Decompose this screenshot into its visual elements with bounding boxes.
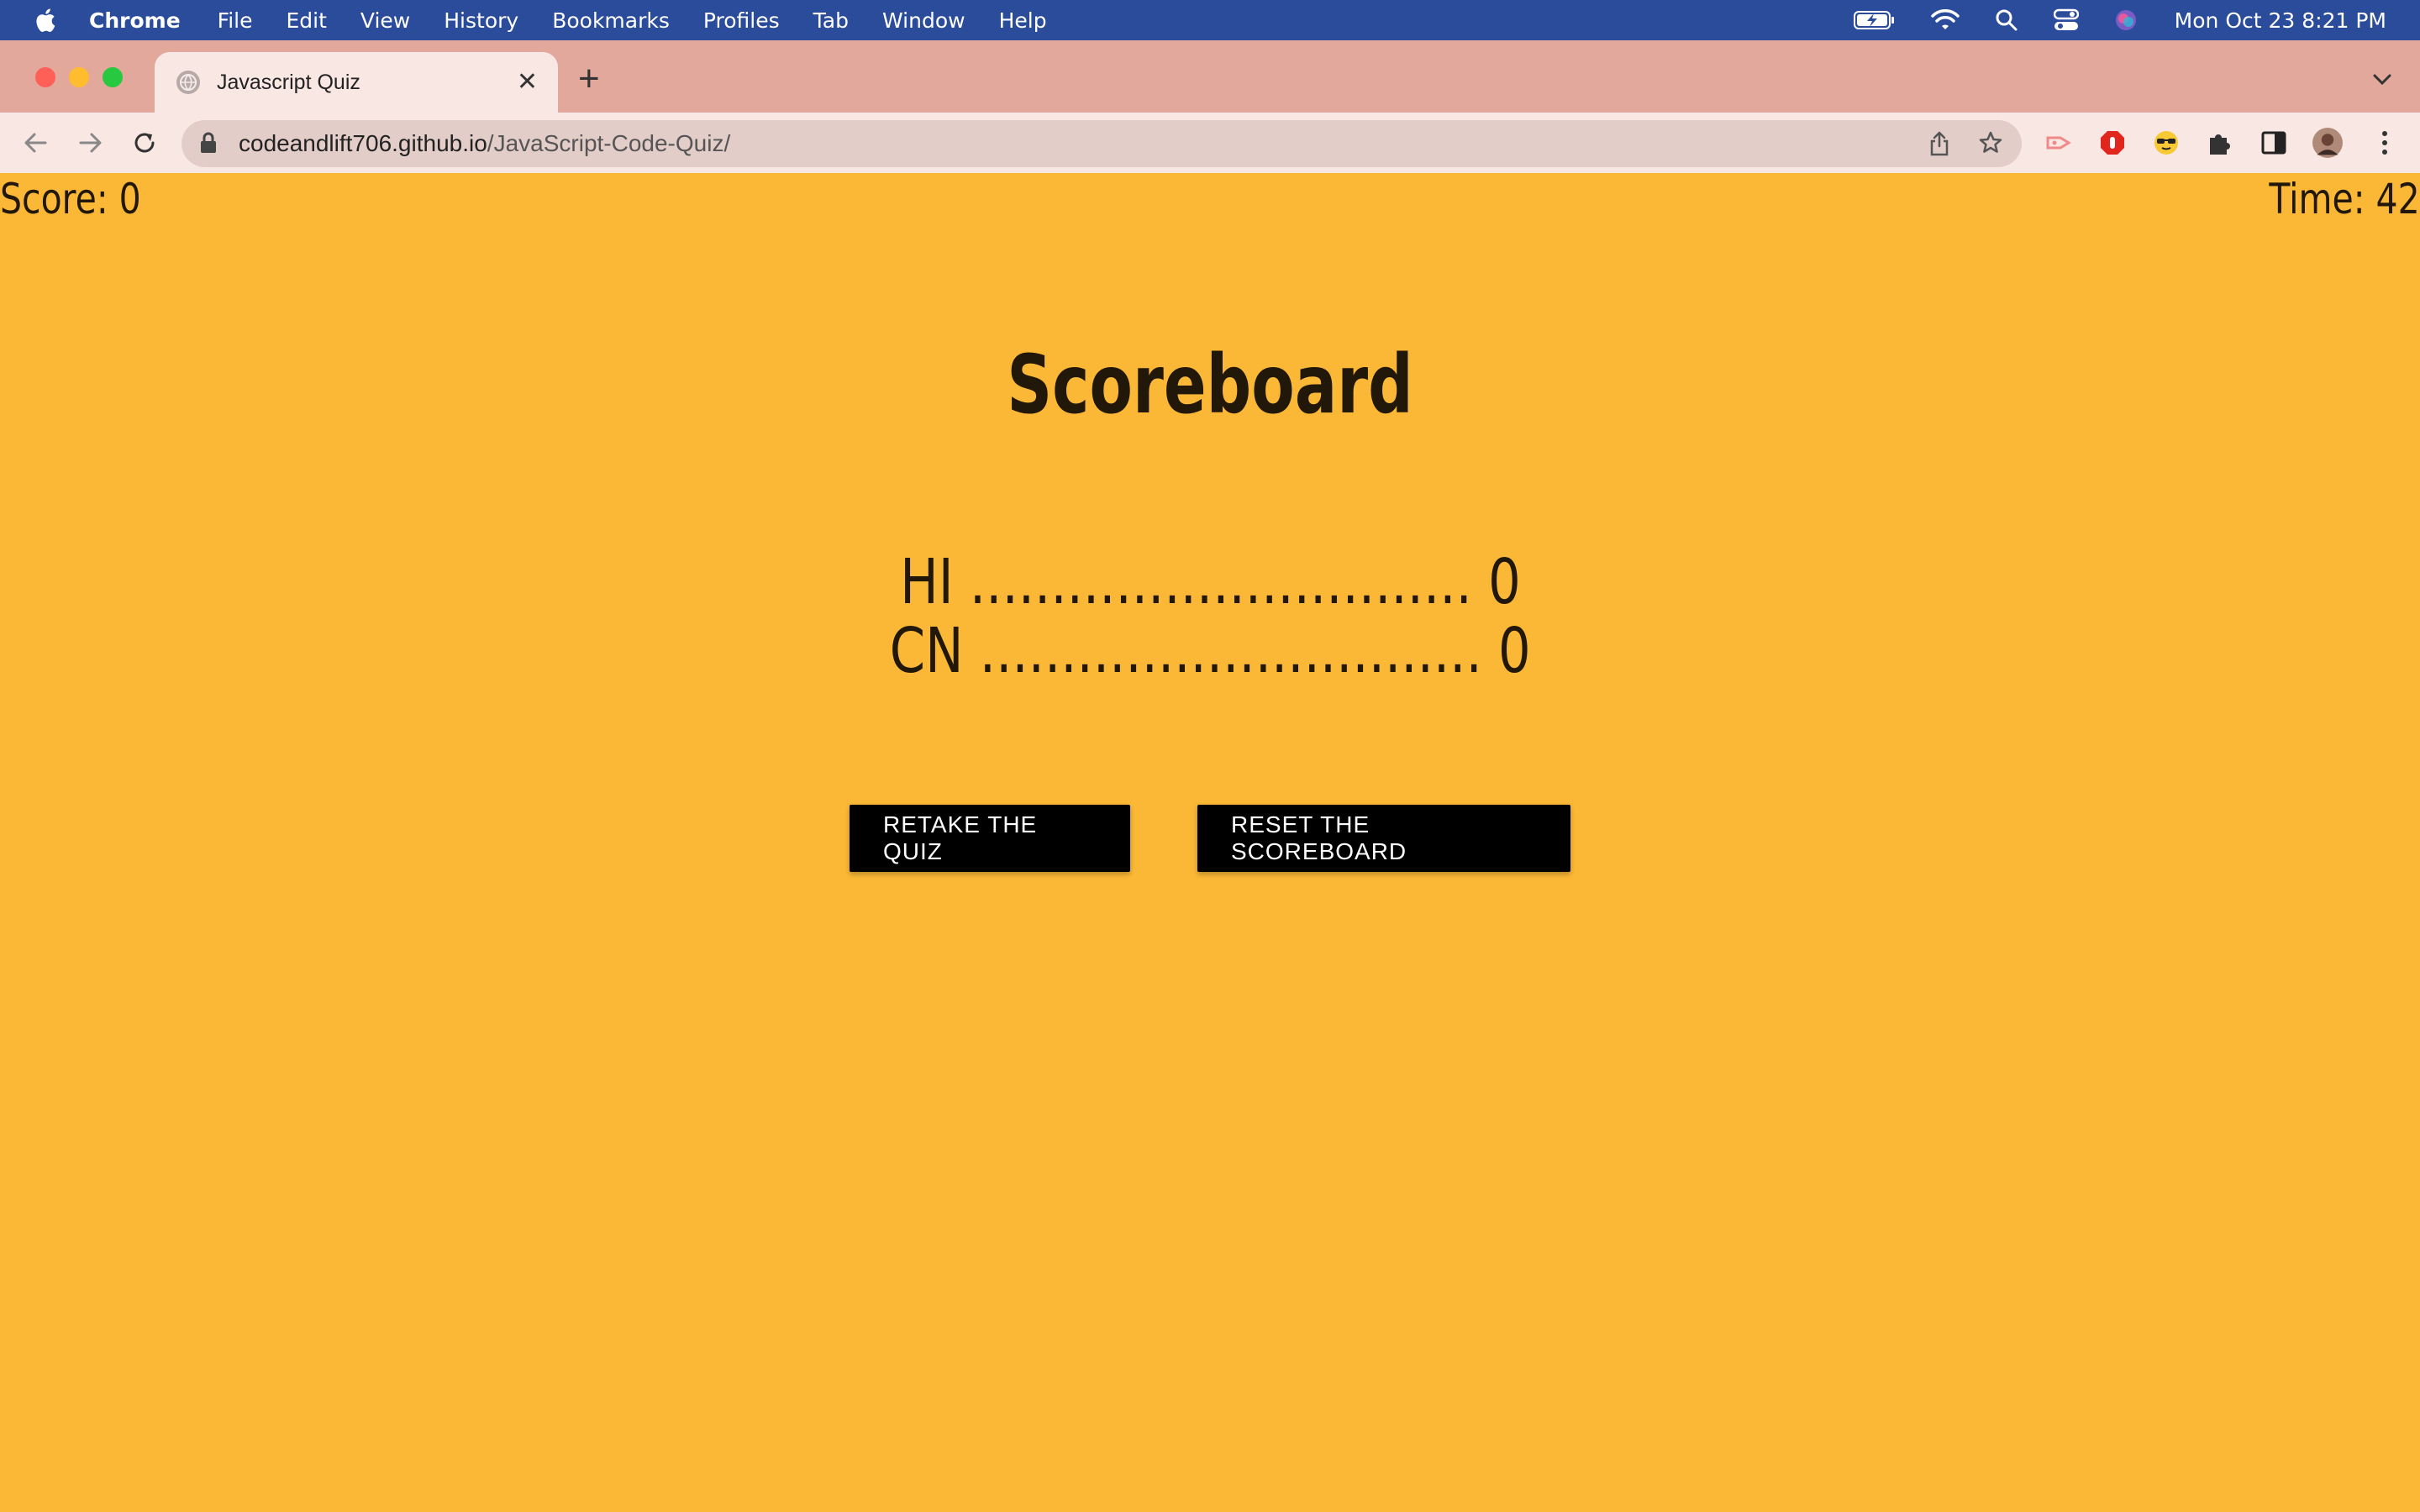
scoreboard-heading: Scoreboard: [0, 338, 2420, 432]
tab-title: Javascript Quiz: [217, 70, 360, 94]
scoreboard-entry: HI ............................... 0: [0, 548, 2420, 617]
url-host: codeandlift706.github.io: [239, 130, 487, 156]
scoreboard-entry: CN ............................... 0: [0, 617, 2420, 685]
retake-quiz-button[interactable]: RETAKE THE QUIZ: [850, 805, 1130, 872]
share-icon[interactable]: [1929, 131, 1949, 160]
profile-avatar[interactable]: [2312, 128, 2343, 158]
score-display: Score: 0: [0, 175, 141, 223]
browser-toolbar: codeandlift706.github.io/JavaScript-Code…: [0, 113, 2420, 173]
menu-history[interactable]: History: [444, 8, 518, 33]
menu-edit[interactable]: Edit: [287, 8, 327, 33]
tab-search-chevron-down-icon[interactable]: [2373, 74, 2391, 90]
quiz-page: Score: 0 Time: 42 Scoreboard HI ........…: [0, 173, 2420, 1512]
entry-score: 0: [1497, 615, 1531, 687]
entry-dots: ...............................: [969, 546, 1472, 618]
menu-profiles[interactable]: Profiles: [703, 8, 780, 33]
control-center-icon[interactable]: [2053, 8, 2079, 32]
scoreboard-list: HI ............................... 0 CN …: [0, 548, 2420, 685]
menubar-clock[interactable]: Mon Oct 23 8:21 PM: [2175, 8, 2386, 33]
entry-dots: ...............................: [979, 615, 1482, 687]
window-minimize-button[interactable]: [69, 67, 89, 87]
reload-icon[interactable]: [129, 128, 160, 158]
menu-file[interactable]: File: [218, 8, 253, 33]
menu-bookmarks[interactable]: Bookmarks: [552, 8, 670, 33]
window-zoom-button[interactable]: [103, 67, 123, 87]
entry-initials: HI: [899, 546, 954, 618]
globe-icon: [176, 71, 200, 94]
forward-arrow-icon[interactable]: [76, 128, 106, 158]
extension-video-icon[interactable]: [2044, 128, 2074, 158]
scoreboard-heading-text: Scoreboard: [1007, 338, 1413, 432]
window-close-button[interactable]: [35, 67, 55, 87]
lock-icon[interactable]: [200, 132, 217, 158]
reset-scoreboard-button[interactable]: RESET THE SCOREBOARD: [1197, 805, 1570, 872]
entry-initials: CN: [889, 615, 964, 687]
browser-tab-active[interactable]: Javascript Quiz ✕: [155, 52, 558, 113]
more-menu-kebab-icon[interactable]: [2370, 128, 2400, 158]
bookmark-star-icon[interactable]: [1978, 130, 2003, 160]
menu-view[interactable]: View: [360, 8, 410, 33]
menu-help[interactable]: Help: [999, 8, 1047, 33]
wifi-icon[interactable]: [1930, 9, 1960, 31]
menu-window[interactable]: Window: [882, 8, 965, 33]
entry-score: 0: [1487, 546, 1521, 618]
spotlight-search-icon[interactable]: [1995, 8, 2018, 32]
address-bar[interactable]: codeandlift706.github.io/JavaScript-Code…: [182, 120, 2022, 167]
browser-tab-strip: Javascript Quiz ✕ +: [0, 40, 2420, 113]
extension-adblock-icon[interactable]: [2097, 128, 2128, 158]
scoreboard-actions: RETAKE THE QUIZ RESET THE SCOREBOARD: [0, 805, 2420, 872]
macos-menu-bar: Chrome File Edit View History Bookmarks …: [0, 0, 2420, 40]
extensions-puzzle-icon[interactable]: [2205, 128, 2235, 158]
tab-close-icon[interactable]: ✕: [517, 70, 538, 95]
battery-icon[interactable]: [1853, 10, 1896, 30]
extension-sunglasses-icon[interactable]: [2151, 128, 2181, 158]
timer-display: Time: 42: [2269, 175, 2420, 223]
new-tab-plus-icon[interactable]: +: [578, 60, 600, 97]
menu-tab[interactable]: Tab: [813, 8, 849, 33]
url-path: /JavaScript-Code-Quiz/: [487, 130, 731, 156]
siri-icon[interactable]: [2114, 8, 2138, 32]
back-arrow-icon[interactable]: [20, 128, 50, 158]
apple-icon[interactable]: [0, 7, 89, 34]
side-panel-icon[interactable]: [2259, 128, 2289, 158]
address-bar-url[interactable]: codeandlift706.github.io/JavaScript-Code…: [239, 130, 730, 157]
menu-app-chrome[interactable]: Chrome: [89, 8, 181, 33]
